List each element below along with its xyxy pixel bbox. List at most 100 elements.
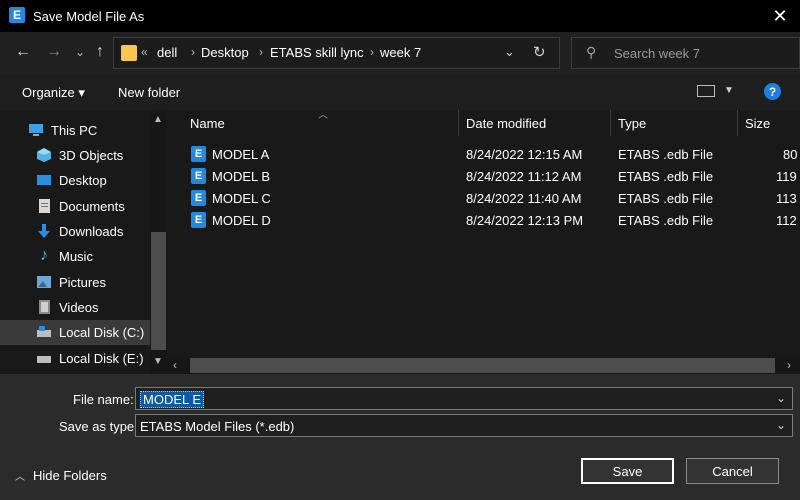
file-name: MODEL B bbox=[212, 169, 271, 184]
view-options-icon[interactable] bbox=[697, 85, 715, 97]
file-name-value[interactable]: MODEL E bbox=[140, 391, 205, 408]
file-row[interactable]: E MODEL C 8/24/2022 11:40 AM ETABS .edb … bbox=[185, 187, 800, 209]
music-icon: ♪ bbox=[40, 247, 48, 264]
sidebar-item-label: Desktop bbox=[59, 173, 107, 188]
refresh-icon[interactable]: ↻ bbox=[533, 43, 546, 61]
overflow-icon[interactable]: « bbox=[141, 45, 148, 59]
new-folder-button[interactable]: New folder bbox=[118, 85, 180, 100]
edb-file-icon: E bbox=[191, 212, 206, 228]
sidebar-item-label: Videos bbox=[59, 300, 99, 315]
sidebar-item-this-pc[interactable]: This PC bbox=[0, 118, 150, 143]
sidebar-item-label: Music bbox=[59, 249, 93, 264]
pictures-icon bbox=[36, 274, 52, 290]
close-icon[interactable]: ✕ bbox=[760, 0, 800, 32]
save-type-value: ETABS Model Files (*.edb) bbox=[140, 419, 295, 434]
save-button[interactable]: Save bbox=[581, 458, 674, 484]
up-arrow-icon[interactable]: ↑ bbox=[90, 42, 110, 62]
chevron-down-icon[interactable]: ⌄ bbox=[504, 44, 515, 60]
sidebar-scrollbar[interactable]: ▲ ▼ bbox=[150, 110, 167, 374]
window-title: Save Model File As bbox=[33, 9, 145, 24]
forward-arrow-icon[interactable]: → bbox=[44, 42, 64, 62]
scroll-right-icon[interactable]: › bbox=[787, 358, 791, 372]
sidebar-item-local-disk-c[interactable]: Local Disk (C:) bbox=[0, 320, 150, 345]
save-type-select[interactable]: ETABS Model Files (*.edb) ⌄ bbox=[135, 414, 793, 437]
file-type: ETABS .edb File bbox=[618, 169, 714, 184]
breadcrumb-desktop[interactable]: Desktop bbox=[201, 45, 249, 60]
downloads-icon bbox=[36, 223, 52, 239]
file-row[interactable]: E MODEL D 8/24/2022 12:13 PM ETABS .edb … bbox=[185, 209, 800, 231]
breadcrumb-dell[interactable]: dell bbox=[157, 45, 177, 60]
drive-icon bbox=[36, 350, 52, 366]
scroll-up-icon[interactable]: ▲ bbox=[153, 114, 163, 125]
scrollbar-thumb[interactable] bbox=[151, 232, 166, 350]
save-type-label: Save as type: bbox=[59, 419, 138, 434]
chevron-up-icon: ︿ bbox=[15, 472, 25, 483]
title-bar: E Save Model File As ✕ bbox=[0, 0, 800, 32]
file-row[interactable]: E MODEL B 8/24/2022 11:12 AM ETABS .edb … bbox=[185, 165, 800, 187]
breadcrumb-separator[interactable]: › bbox=[191, 45, 195, 59]
edb-file-icon: E bbox=[191, 146, 206, 162]
column-header-name[interactable]: Name bbox=[190, 116, 225, 131]
column-divider[interactable] bbox=[610, 110, 611, 136]
column-header-size[interactable]: Size bbox=[745, 116, 770, 131]
address-bar[interactable]: « dell › Desktop › ETABS skill lync › we… bbox=[113, 37, 560, 69]
sidebar-item-music[interactable]: ♪ Music bbox=[0, 244, 150, 269]
sidebar-item-3d-objects[interactable]: 3D Objects bbox=[0, 143, 150, 168]
search-box[interactable]: ⚲ Search week 7 bbox=[571, 37, 800, 69]
edb-file-icon: E bbox=[191, 168, 206, 184]
scroll-left-icon[interactable]: ‹ bbox=[173, 358, 177, 372]
column-header-date[interactable]: Date modified bbox=[466, 116, 546, 131]
column-divider[interactable] bbox=[458, 110, 459, 136]
scrollbar-thumb[interactable] bbox=[190, 358, 775, 373]
pc-icon bbox=[28, 122, 44, 138]
sidebar-item-label: 3D Objects bbox=[59, 148, 124, 163]
folder-icon bbox=[121, 45, 137, 61]
sidebar-item-videos[interactable]: Videos bbox=[0, 295, 150, 320]
file-type: ETABS .edb File bbox=[618, 191, 714, 206]
sidebar-item-desktop[interactable]: Desktop bbox=[0, 168, 150, 193]
back-arrow-icon[interactable]: ← bbox=[13, 42, 33, 62]
sidebar-item-label: Downloads bbox=[59, 224, 124, 239]
recent-locations-icon[interactable]: ⌄ bbox=[70, 42, 90, 62]
column-header-type[interactable]: Type bbox=[618, 116, 646, 131]
breadcrumb-etabs-skill-lync[interactable]: ETABS skill lync bbox=[270, 45, 364, 60]
file-name-label: File name: bbox=[73, 392, 134, 407]
cancel-button[interactable]: Cancel bbox=[686, 458, 779, 484]
help-icon[interactable]: ? bbox=[764, 83, 781, 100]
column-divider[interactable] bbox=[737, 110, 738, 136]
sort-ascending-icon: ︿ bbox=[318, 110, 328, 121]
edb-file-icon: E bbox=[191, 190, 206, 206]
file-size: 112 bbox=[776, 213, 797, 228]
chevron-down-icon[interactable]: ⌄ bbox=[776, 391, 786, 405]
desktop-icon bbox=[36, 172, 52, 188]
file-name: MODEL C bbox=[212, 191, 271, 206]
search-icon: ⚲ bbox=[586, 44, 597, 60]
command-bar: Organize ▾ New folder bbox=[0, 74, 800, 110]
breadcrumb-week-7[interactable]: week 7 bbox=[380, 45, 421, 60]
file-type: ETABS .edb File bbox=[618, 147, 714, 162]
hide-folders-toggle[interactable]: ︿ Hide Folders bbox=[15, 468, 107, 483]
sidebar-item-pictures[interactable]: Pictures bbox=[0, 270, 150, 295]
cube-icon bbox=[36, 147, 52, 163]
sidebar-item-label: Local Disk (E:) bbox=[59, 351, 144, 366]
organize-button[interactable]: Organize ▾ bbox=[22, 85, 85, 101]
file-size: 80 bbox=[783, 147, 798, 162]
file-name: MODEL A bbox=[212, 147, 270, 162]
sidebar-item-documents[interactable]: Documents bbox=[0, 194, 150, 219]
chevron-down-icon[interactable]: ⌄ bbox=[776, 418, 786, 432]
horizontal-scrollbar[interactable]: ‹ › bbox=[167, 357, 800, 374]
documents-icon bbox=[36, 198, 52, 214]
etabs-app-icon: E bbox=[9, 7, 25, 23]
sidebar-item-downloads[interactable]: Downloads bbox=[0, 219, 150, 244]
file-name: MODEL D bbox=[212, 213, 271, 228]
sidebar-item-local-disk-e[interactable]: Local Disk (E:) bbox=[0, 346, 150, 371]
file-row[interactable]: E MODEL A 8/24/2022 12:15 AM ETABS .edb … bbox=[185, 143, 800, 165]
file-name-field[interactable]: MODEL E ⌄ bbox=[135, 387, 793, 410]
scroll-down-icon[interactable]: ▼ bbox=[153, 356, 163, 367]
file-date: 8/24/2022 11:40 AM bbox=[466, 191, 582, 206]
view-dropdown-icon[interactable]: ▼ bbox=[724, 85, 734, 96]
breadcrumb-separator[interactable]: › bbox=[259, 45, 263, 59]
sidebar-item-label: Documents bbox=[59, 199, 125, 214]
file-size: 113 bbox=[776, 191, 797, 206]
breadcrumb-separator[interactable]: › bbox=[370, 45, 374, 59]
